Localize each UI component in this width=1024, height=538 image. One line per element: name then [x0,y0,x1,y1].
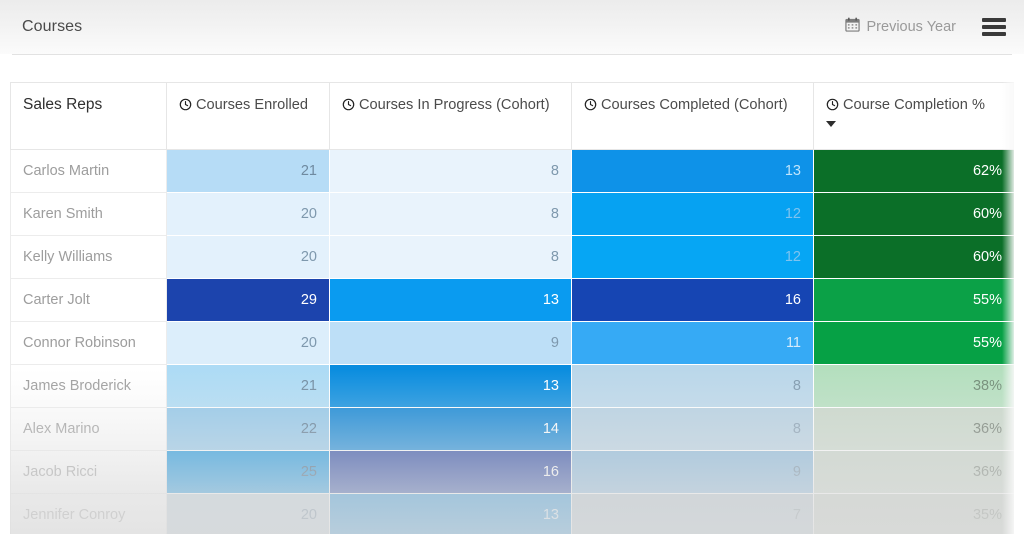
cell-courses-enrolled[interactable]: 21 [166,149,330,193]
column-label-courses-in-progress: Courses In Progress (Cohort) [359,97,550,113]
cell-courses-completed[interactable]: 11 [571,321,814,365]
previous-year-filter[interactable]: Previous Year [844,17,956,36]
cell-courses-enrolled[interactable]: 20 [166,321,330,365]
cell-course-completion-pct[interactable]: 35% [813,493,1014,534]
column-label-courses-enrolled: Courses Enrolled [196,97,308,113]
cell-courses-in-progress[interactable]: 9 [329,321,572,365]
cell-sales-rep[interactable]: Carlos Martin [10,149,167,193]
table-row[interactable]: Connor Robinson 20 9 11 55% [10,321,1014,365]
cell-courses-completed[interactable]: 13 [571,149,814,193]
cell-courses-enrolled[interactable]: 20 [166,493,330,534]
table-row[interactable]: Alex Marino 22 14 8 36% [10,407,1014,451]
cell-courses-enrolled[interactable]: 29 [166,278,330,322]
cell-course-completion-pct[interactable]: 62% [813,149,1014,193]
cell-courses-enrolled[interactable]: 20 [166,192,330,236]
page-title: Courses [22,18,83,35]
cell-courses-completed[interactable]: 12 [571,192,814,236]
cell-courses-enrolled[interactable]: 20 [166,235,330,279]
caret-down-icon[interactable] [826,121,836,127]
previous-year-label: Previous Year [866,18,956,35]
cell-courses-in-progress[interactable]: 13 [329,493,572,534]
cell-course-completion-pct[interactable]: 38% [813,364,1014,408]
cell-course-completion-pct[interactable]: 55% [813,278,1014,322]
cell-sales-rep[interactable]: Jacob Ricci [10,450,167,494]
clock-icon [342,98,355,117]
cell-courses-in-progress[interactable]: 14 [329,407,572,451]
courses-table-container[interactable]: Sales Reps Courses Enrolled Courses In P… [10,82,1014,534]
cell-course-completion-pct[interactable]: 36% [813,407,1014,451]
cell-courses-in-progress[interactable]: 8 [329,192,572,236]
table-body: Carlos Martin 21 8 13 62% Karen Smith 20 8 12 60%… [10,149,1014,534]
table-row[interactable]: Kelly Williams 20 8 12 60% [10,235,1014,279]
cell-courses-enrolled[interactable]: 22 [166,407,330,451]
cell-course-completion-pct[interactable]: 60% [813,235,1014,279]
cell-course-completion-pct[interactable]: 55% [813,321,1014,365]
column-label-course-completion-pct: Course Completion % [843,97,985,113]
cell-courses-enrolled[interactable]: 25 [166,450,330,494]
header-row: Sales Reps Courses Enrolled Courses In P… [10,82,1014,150]
column-header-sales-reps[interactable]: Sales Reps [10,82,167,150]
table-row[interactable]: Jennifer Conroy 20 13 7 35% [10,493,1014,534]
cell-sales-rep[interactable]: Karen Smith [10,192,167,236]
column-header-courses-completed[interactable]: Courses Completed (Cohort) [571,82,814,150]
hamburger-bar [982,25,1006,29]
header-actions: Previous Year [844,16,1006,37]
cell-sales-rep[interactable]: Alex Marino [10,407,167,451]
cell-courses-in-progress[interactable]: 16 [329,450,572,494]
cell-course-completion-pct[interactable]: 60% [813,192,1014,236]
cell-courses-in-progress[interactable]: 13 [329,364,572,408]
cell-courses-completed[interactable]: 9 [571,450,814,494]
table-row[interactable]: Carter Jolt 29 13 16 55% [10,278,1014,322]
courses-table: Sales Reps Courses Enrolled Courses In P… [10,82,1014,534]
clock-icon [826,98,839,117]
cell-sales-rep[interactable]: James Broderick [10,364,167,408]
column-label-sales-reps: Sales Reps [23,96,103,113]
cell-courses-completed[interactable]: 8 [571,407,814,451]
calendar-icon [844,17,860,36]
table-row[interactable]: Carlos Martin 21 8 13 62% [10,149,1014,193]
cell-courses-completed[interactable]: 12 [571,235,814,279]
cell-courses-completed[interactable]: 16 [571,278,814,322]
table-row[interactable]: Karen Smith 20 8 12 60% [10,192,1014,236]
cell-courses-in-progress[interactable]: 8 [329,235,572,279]
column-label-courses-completed: Courses Completed (Cohort) [601,97,788,113]
app-header: Courses Previous Year [0,0,1024,54]
cell-sales-rep[interactable]: Connor Robinson [10,321,167,365]
table-row[interactable]: Jacob Ricci 25 16 9 36% [10,450,1014,494]
cell-sales-rep[interactable]: Kelly Williams [10,235,167,279]
clock-icon [179,98,192,117]
clock-icon [584,98,597,117]
hamburger-bar [982,18,1006,22]
cell-courses-in-progress[interactable]: 13 [329,278,572,322]
column-header-courses-in-progress[interactable]: Courses In Progress (Cohort) [329,82,572,150]
column-header-course-completion-pct[interactable]: Course Completion % [813,82,1014,150]
hamburger-bar [982,32,1006,36]
cell-courses-completed[interactable]: 7 [571,493,814,534]
cell-course-completion-pct[interactable]: 36% [813,450,1014,494]
cell-courses-enrolled[interactable]: 21 [166,364,330,408]
cell-courses-completed[interactable]: 8 [571,364,814,408]
hamburger-menu-icon[interactable] [982,16,1006,37]
header-spacer [0,55,1024,82]
cell-sales-rep[interactable]: Carter Jolt [10,278,167,322]
table-row[interactable]: James Broderick 21 13 8 38% [10,364,1014,408]
column-header-courses-enrolled[interactable]: Courses Enrolled [166,82,330,150]
cell-sales-rep[interactable]: Jennifer Conroy [10,493,167,534]
table-header: Sales Reps Courses Enrolled Courses In P… [10,82,1014,150]
cell-courses-in-progress[interactable]: 8 [329,149,572,193]
